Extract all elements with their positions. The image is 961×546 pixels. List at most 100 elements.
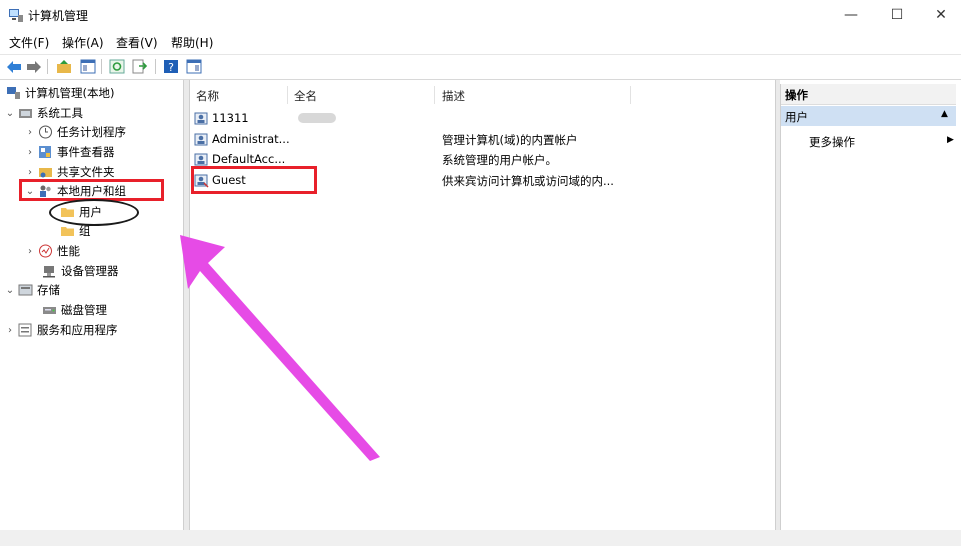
toolbar-separator — [155, 59, 156, 74]
folder-icon — [61, 227, 74, 236]
help-icon: ? — [164, 60, 178, 74]
tree-label: 计算机管理(本地) — [25, 86, 115, 100]
highlight-box-guest — [191, 166, 317, 194]
forward-arrow-icon — [27, 60, 41, 73]
back-arrow-icon — [7, 60, 21, 73]
toolbar-separator — [47, 59, 48, 74]
cell-name: 11311 — [212, 111, 249, 125]
tree-label: 系统工具 — [37, 106, 83, 120]
actions-section-users[interactable]: 用户 ▲ — [781, 106, 956, 126]
chevron-down-icon[interactable]: ⌄ — [4, 285, 16, 296]
toolbar: ? — [0, 54, 961, 80]
tree-item-task-scheduler[interactable]: › 任务计划程序 — [24, 123, 126, 141]
toolbar-separator — [101, 59, 102, 74]
performance-icon — [39, 244, 52, 258]
tree-item-system-tools[interactable]: ⌄ 系统工具 — [4, 104, 83, 122]
properties-button[interactable] — [185, 58, 203, 75]
highlight-ellipse-users — [49, 199, 139, 226]
tree-label: 存储 — [37, 283, 60, 297]
tree-item-storage[interactable]: ⌄ 存储 — [4, 281, 60, 299]
cell-description: 供来宾访问计算机或访问域的内... — [442, 174, 614, 188]
services-apps-icon — [18, 323, 32, 337]
menu-bar: 文件(F) 操作(A) 查看(V) 帮助(H) — [0, 31, 961, 53]
tree-item-device-manager[interactable]: 设备管理器 — [40, 262, 119, 280]
menu-view[interactable]: 查看(V) — [116, 34, 158, 51]
table-row[interactable]: 11311 — [194, 109, 634, 128]
user-account-icon — [194, 112, 208, 125]
chevron-right-icon[interactable]: › — [24, 167, 36, 178]
column-separator[interactable] — [630, 86, 631, 104]
cell-name: DefaultAcc... — [212, 152, 286, 166]
user-account-icon — [194, 153, 208, 166]
column-header-description[interactable]: 描述 — [442, 88, 465, 104]
show-tree-icon — [80, 59, 96, 74]
chevron-down-icon[interactable]: ⌄ — [4, 108, 16, 119]
clock-icon — [39, 125, 52, 139]
chevron-right-icon[interactable]: › — [4, 325, 16, 336]
minimize-icon: — — [844, 7, 858, 23]
close-icon: ✕ — [935, 7, 947, 23]
column-separator[interactable] — [287, 86, 288, 104]
chevron-right-icon[interactable]: › — [24, 147, 36, 158]
tree-label: 事件查看器 — [57, 145, 115, 159]
computer-management-icon — [7, 87, 20, 99]
refresh-button[interactable] — [108, 58, 126, 75]
column-header-name[interactable]: 名称 — [196, 88, 219, 104]
refresh-icon — [109, 59, 125, 74]
chevron-right-icon[interactable]: › — [24, 127, 36, 138]
menu-file[interactable]: 文件(F) — [9, 34, 49, 51]
maximize-icon: ☐ — [890, 7, 904, 23]
properties-icon — [186, 59, 202, 74]
magenta-arrow — [180, 235, 380, 461]
event-viewer-icon — [39, 146, 51, 158]
help-button[interactable]: ? — [162, 58, 180, 75]
blurred-fullname — [298, 113, 336, 123]
tree-label: 设备管理器 — [61, 264, 119, 278]
maximize-button[interactable]: ☐ — [874, 0, 920, 30]
minimize-button[interactable]: — — [828, 0, 874, 30]
tree-label: 磁盘管理 — [61, 303, 107, 317]
column-header-fullname[interactable]: 全名 — [294, 88, 317, 104]
table-row[interactable]: Administrat... 管理计算机(域)的内置帐户 — [194, 130, 634, 149]
cell-description: 系统管理的用户帐户。 — [442, 153, 557, 167]
more-actions-label: 更多操作 — [809, 135, 855, 149]
status-bar — [0, 530, 961, 546]
tree-item-disk-management[interactable]: 磁盘管理 — [40, 301, 107, 319]
forward-button[interactable] — [25, 58, 43, 75]
show-hide-tree-button[interactable] — [79, 58, 97, 75]
shared-folder-icon — [39, 168, 52, 178]
up-folder-icon — [57, 60, 71, 73]
collapse-up-icon[interactable]: ▲ — [941, 109, 948, 119]
tree-label: 性能 — [57, 244, 80, 258]
tree-label: 共享文件夹 — [57, 165, 115, 179]
tree-item-performance[interactable]: › 性能 — [24, 242, 80, 260]
list-header: 名称 全名 描述 — [190, 84, 775, 106]
export-list-icon — [132, 59, 148, 74]
tree-item-services-apps[interactable]: › 服务和应用程序 — [4, 321, 118, 339]
system-tools-icon — [19, 109, 32, 118]
submenu-arrow-icon: ▶ — [947, 135, 954, 145]
up-one-level-button[interactable] — [55, 58, 73, 75]
title-bar: 计算机管理 — ☐ ✕ — [0, 0, 961, 30]
cell-name: Administrat... — [212, 132, 290, 146]
user-account-icon — [194, 133, 208, 146]
actions-section-label: 用户 — [785, 110, 808, 124]
menu-help[interactable]: 帮助(H) — [171, 34, 213, 51]
svg-text:?: ? — [168, 61, 174, 74]
actions-title-label: 操作 — [785, 88, 808, 102]
tree-label: 服务和应用程序 — [37, 323, 118, 337]
window-title: 计算机管理 — [28, 9, 89, 23]
computer-management-icon — [9, 9, 23, 22]
chevron-right-icon[interactable]: › — [24, 246, 36, 257]
tree-item-event-viewer[interactable]: › 事件查看器 — [24, 143, 115, 161]
close-button[interactable]: ✕ — [918, 0, 961, 30]
menu-action[interactable]: 操作(A) — [62, 34, 104, 51]
tree-item-root[interactable]: 计算机管理(本地) — [4, 84, 114, 102]
storage-icon — [18, 284, 33, 296]
highlight-box-local-users — [19, 179, 164, 201]
column-separator[interactable] — [434, 86, 435, 104]
actions-title: 操作 — [781, 84, 956, 105]
more-actions-item[interactable]: 更多操作 ▶ — [781, 131, 956, 151]
export-list-button[interactable] — [131, 58, 149, 75]
back-button[interactable] — [5, 58, 23, 75]
